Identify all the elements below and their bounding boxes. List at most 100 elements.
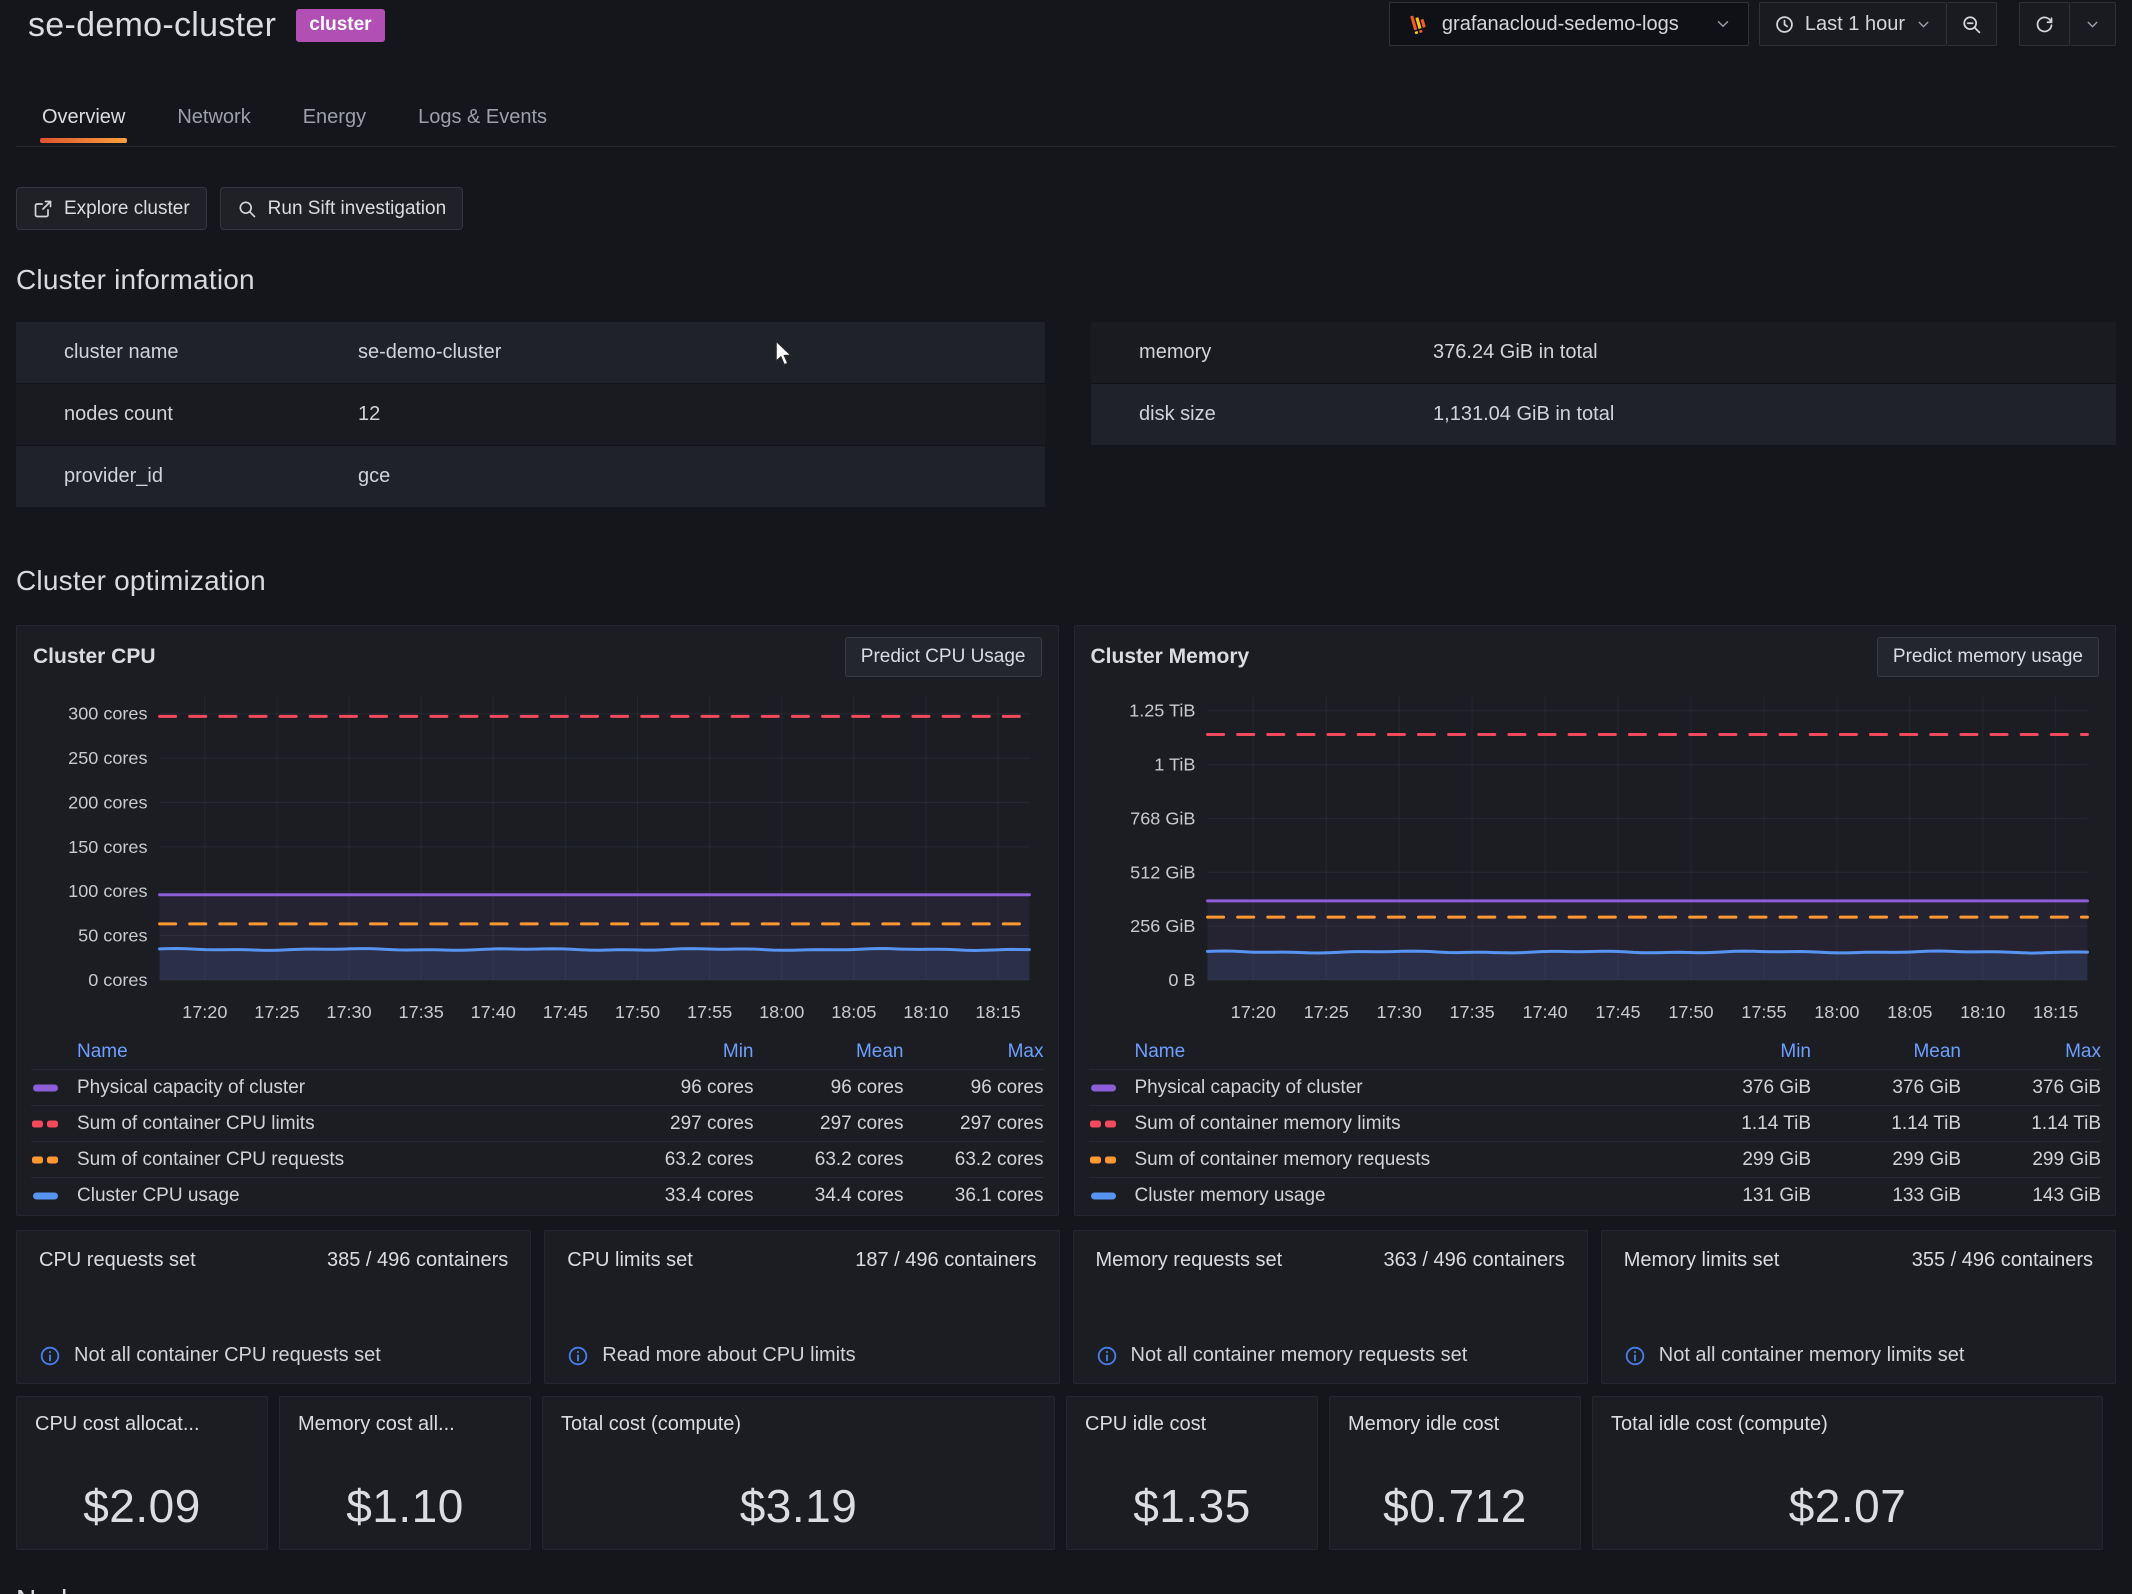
zoom-out-time-button[interactable] <box>1947 2 1997 46</box>
datasource-picker[interactable]: grafanacloud-sedemo-logs <box>1389 2 1749 46</box>
legend-row-sum-of-container-memory-limits[interactable]: Sum of container memory limits1.14 TiB1.… <box>1089 1105 2102 1141</box>
svg-text:18:10: 18:10 <box>903 1002 948 1022</box>
legend-row-physical-capacity-of-cluster[interactable]: Physical capacity of cluster96 cores96 c… <box>31 1069 1044 1105</box>
legend-max-value: 297 cores <box>904 1113 1044 1135</box>
legend-mean-value: 376 GiB <box>1811 1077 1961 1099</box>
cost-card-title: Total idle cost (compute) <box>1611 1413 2084 1436</box>
legend-row-cluster-cpu-usage[interactable]: Cluster CPU usage33.4 cores34.4 cores36.… <box>31 1177 1044 1213</box>
search-icon <box>237 199 257 219</box>
legend-row-sum-of-container-cpu-requests[interactable]: Sum of container CPU requests63.2 cores6… <box>31 1141 1044 1177</box>
cost-card-total-idle-cost-compute: Total idle cost (compute)$2.07 <box>1592 1396 2103 1550</box>
cluster-cpu-chart[interactable]: 0 cores50 cores100 cores150 cores200 cor… <box>31 680 1044 1032</box>
svg-text:17:20: 17:20 <box>182 1002 227 1022</box>
cost-card-title: CPU cost allocat... <box>35 1413 249 1436</box>
tab-label: Overview <box>42 106 125 128</box>
legend-mean-value: 133 GiB <box>1811 1185 1961 1207</box>
svg-text:17:45: 17:45 <box>543 1002 588 1022</box>
stat-card-memory-requests-set: Memory requests set363 / 496 containers N… <box>1073 1230 1588 1384</box>
legend-header-name[interactable]: Name <box>1135 1041 1662 1063</box>
loki-logo-icon <box>1406 12 1430 36</box>
tab-bar-wrap: Overview Network Energy Logs & Events <box>16 96 2116 147</box>
tab-overview[interactable]: Overview <box>40 96 127 146</box>
section-heading-cluster-optimization: Cluster optimization <box>16 565 2116 597</box>
tab-label: Network <box>177 106 250 128</box>
stat-card-header: CPU limits set187 / 496 containers <box>567 1249 1036 1272</box>
cost-card-cpu-idle-cost: CPU idle cost$1.35 <box>1066 1396 1318 1550</box>
section-heading-nodes-partial: Nodes <box>16 1584 2116 1594</box>
legend-mean-value: 96 cores <box>754 1077 904 1099</box>
tab-label: Energy <box>303 106 366 128</box>
legend-header-mean[interactable]: Mean <box>754 1041 904 1063</box>
stat-card-header: Memory requests set363 / 496 containers <box>1096 1249 1565 1272</box>
time-range-picker[interactable]: Last 1 hour <box>1759 2 1947 46</box>
stat-card-note[interactable]: Not all container CPU requests set <box>39 1344 508 1367</box>
cost-card-title: CPU idle cost <box>1085 1413 1299 1436</box>
stat-card-header: Memory limits set355 / 496 containers <box>1624 1249 2093 1272</box>
legend-header-max[interactable]: Max <box>904 1041 1044 1063</box>
cluster-cpu-panel: Cluster CPU Predict CPU Usage 0 cores50 … <box>16 625 1059 1216</box>
legend-header-mean[interactable]: Mean <box>1811 1041 1961 1063</box>
legend-header-min[interactable]: Min <box>1661 1041 1811 1063</box>
time-range-label: Last 1 hour <box>1805 13 1905 36</box>
svg-text:18:05: 18:05 <box>831 1002 876 1022</box>
stat-card-cpu-requests-set: CPU requests set385 / 496 containersNot … <box>16 1230 531 1384</box>
cluster-memory-chart[interactable]: 0 B256 GiB512 GiB768 GiB1 TiB1.25 TiB17:… <box>1089 680 2102 1032</box>
stat-card-note[interactable]: Read more about CPU limits <box>567 1344 1036 1367</box>
legend-row-sum-of-container-cpu-limits[interactable]: Sum of container CPU limits297 cores297 … <box>31 1105 1044 1141</box>
stat-card-note[interactable]: Not all container memory requests set <box>1096 1344 1565 1367</box>
predict-cpu-usage-button[interactable]: Predict CPU Usage <box>845 637 1042 677</box>
info-value: 376.24 GiB in total <box>1433 341 1598 364</box>
cost-card-value: $1.10 <box>346 1479 464 1533</box>
legend-header-max[interactable]: Max <box>1961 1041 2101 1063</box>
legend-min-value: 297 cores <box>604 1113 754 1135</box>
dashboard-toolbar: grafanacloud-sedemo-logs Last 1 hour <box>1389 2 2116 46</box>
refresh-button[interactable] <box>2019 2 2070 46</box>
svg-text:17:25: 17:25 <box>1303 1002 1348 1022</box>
cost-stats-row: CPU cost allocat...$2.09Memory cost all.… <box>16 1396 2116 1550</box>
info-value: 1,131.04 GiB in total <box>1433 403 1614 426</box>
tab-logs-events[interactable]: Logs & Events <box>416 96 549 146</box>
cluster-information-tables: cluster namese-demo-clusternodes count12… <box>16 322 2116 507</box>
svg-text:17:35: 17:35 <box>399 1002 444 1022</box>
info-value: 12 <box>358 403 380 426</box>
legend-max-value: 143 GiB <box>1961 1185 2101 1207</box>
dashboard-page: se-demo-cluster cluster grafanacloud-sed… <box>0 0 2132 1594</box>
clock-icon <box>1774 14 1795 35</box>
legend-series-name: Physical capacity of cluster <box>77 1077 604 1099</box>
legend-dashed-pill <box>1089 1149 1135 1171</box>
legend-row-physical-capacity-of-cluster[interactable]: Physical capacity of cluster376 GiB376 G… <box>1089 1069 2102 1105</box>
action-buttons: Explore cluster Run Sift investigation <box>16 187 2116 230</box>
run-sift-investigation-button[interactable]: Run Sift investigation <box>220 187 464 230</box>
svg-text:768 GiB: 768 GiB <box>1130 808 1195 828</box>
legend-header-min[interactable]: Min <box>604 1041 754 1063</box>
svg-text:17:40: 17:40 <box>471 1002 516 1022</box>
stat-card-note[interactable]: Not all container memory limits set <box>1624 1344 2093 1367</box>
chevron-down-icon <box>2084 16 2101 33</box>
legend-solid-pill <box>31 1077 77 1099</box>
legend-row-cluster-memory-usage[interactable]: Cluster memory usage131 GiB133 GiB143 Gi… <box>1089 1177 2102 1213</box>
legend-solid-pill <box>1089 1077 1135 1099</box>
svg-text:18:00: 18:00 <box>1814 1002 1859 1022</box>
container-stats-row: CPU requests set385 / 496 containersNot … <box>16 1230 2116 1384</box>
refresh-interval-dropdown[interactable] <box>2070 2 2116 46</box>
tab-network[interactable]: Network <box>175 96 252 146</box>
predict-memory-usage-button[interactable]: Predict memory usage <box>1877 637 2099 677</box>
legend-mean-value: 297 cores <box>754 1113 904 1135</box>
info-value: gce <box>358 465 390 488</box>
external-link-icon <box>33 199 53 219</box>
svg-text:17:55: 17:55 <box>687 1002 732 1022</box>
cost-card-title: Total cost (compute) <box>561 1413 1036 1436</box>
info-row-disk-size: disk size1,131.04 GiB in total <box>1091 383 2116 445</box>
svg-text:17:50: 17:50 <box>615 1002 660 1022</box>
svg-text:17:55: 17:55 <box>1741 1002 1786 1022</box>
tab-energy[interactable]: Energy <box>301 96 368 146</box>
legend-header-name[interactable]: Name <box>77 1041 604 1063</box>
cost-card-total-cost-compute: Total cost (compute)$3.19 <box>542 1396 1055 1550</box>
svg-text:300 cores: 300 cores <box>68 704 147 724</box>
legend-max-value: 299 GiB <box>1961 1149 2101 1171</box>
legend-min-value: 376 GiB <box>1661 1077 1811 1099</box>
panel-header: Cluster Memory Predict memory usage <box>1089 634 2102 680</box>
legend-row-sum-of-container-memory-requests[interactable]: Sum of container memory requests299 GiB2… <box>1089 1141 2102 1177</box>
stat-card-note-text: Not all container memory limits set <box>1659 1344 1965 1367</box>
explore-cluster-button[interactable]: Explore cluster <box>16 187 207 230</box>
